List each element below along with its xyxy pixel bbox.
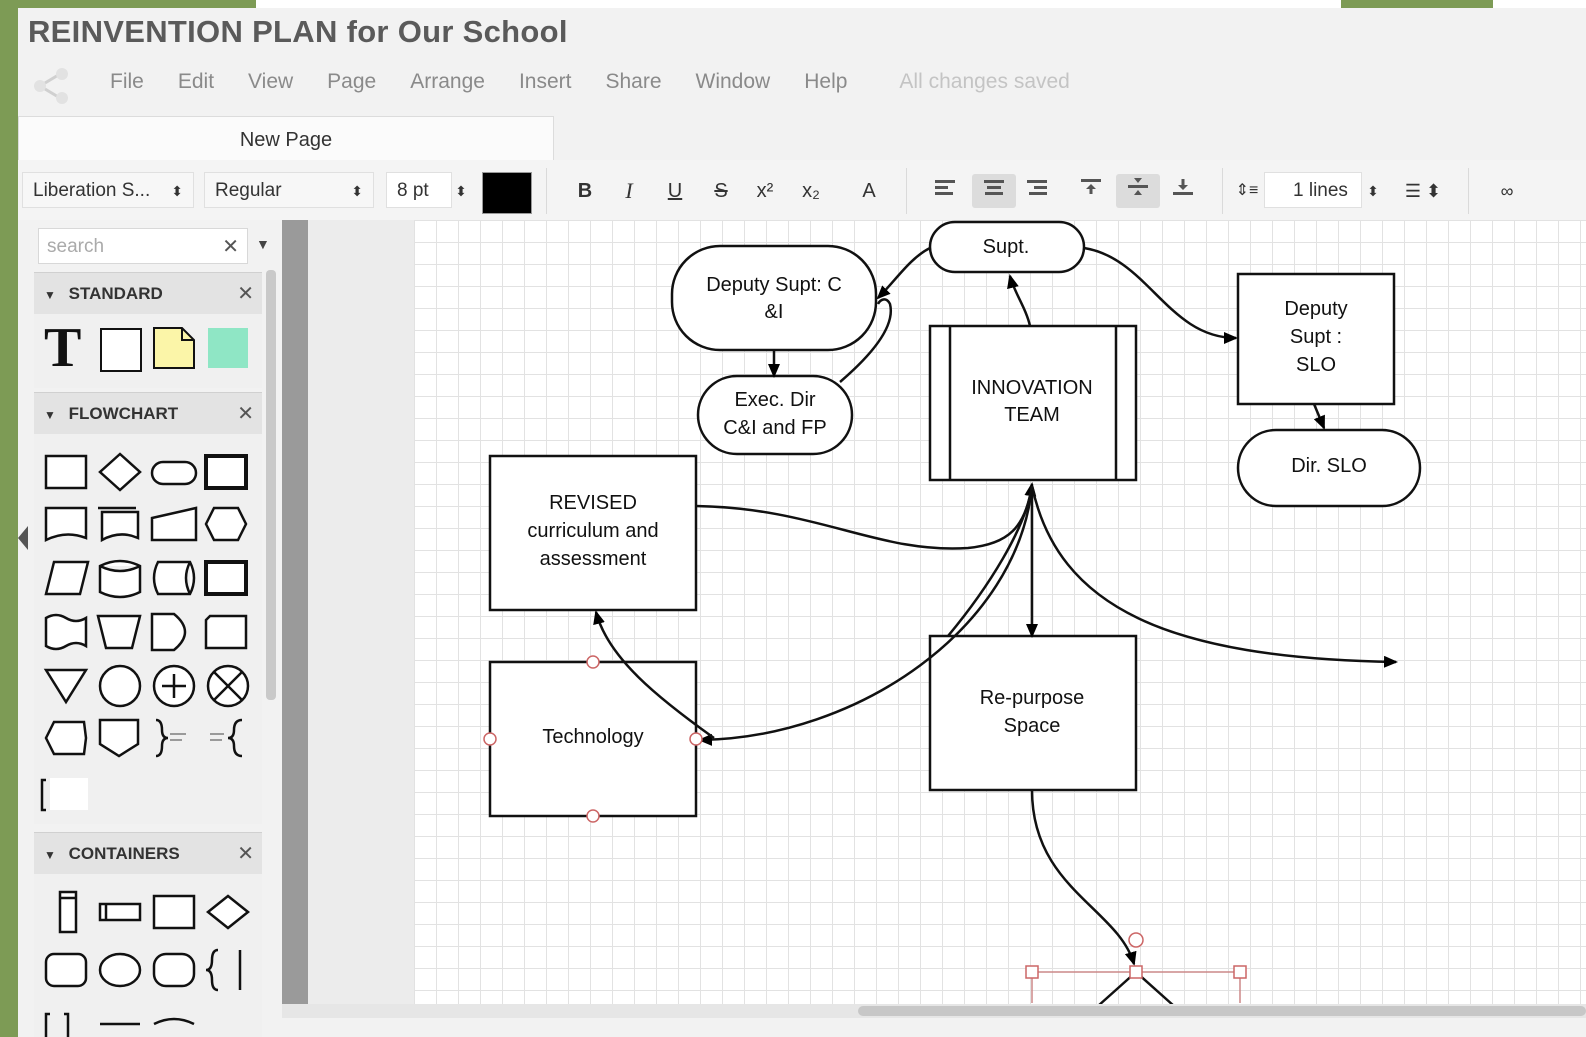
node-label: Exec. Dir bbox=[734, 389, 815, 411]
status-strip bbox=[282, 1018, 1586, 1037]
connector-supt-to-deputy-slo[interactable] bbox=[1083, 246, 1238, 344]
top-strip bbox=[256, 0, 1341, 8]
node-innovation-team[interactable]: INNOVATION TEAM bbox=[928, 324, 1138, 482]
node-supt[interactable]: Supt. bbox=[928, 220, 1086, 274]
connector-revised-to-innovation[interactable] bbox=[695, 482, 1037, 550]
top-strip-right bbox=[1493, 0, 1586, 8]
node-deputy-supt-slo[interactable]: Deputy Supt : SLO bbox=[1236, 272, 1396, 406]
connector-supt-to-deputy-ci[interactable] bbox=[876, 246, 931, 300]
connection-point[interactable] bbox=[586, 655, 600, 669]
connector-repurpose-down[interactable] bbox=[1030, 789, 1137, 966]
horizontal-scrollbar[interactable] bbox=[858, 1006, 1586, 1016]
node-label: C&I and FP bbox=[723, 417, 826, 439]
partial-selected-shape[interactable] bbox=[1025, 932, 1247, 1007]
node-label: Supt : bbox=[1290, 326, 1342, 348]
node-label: Supt. bbox=[983, 236, 1030, 258]
node-exec-dir[interactable]: Exec. Dir C&I and FP bbox=[696, 374, 854, 456]
node-repurpose-space[interactable]: Re-purpose Space bbox=[928, 634, 1138, 792]
node-label: Deputy Supt: C bbox=[706, 274, 842, 296]
node-label: curriculum and bbox=[527, 520, 658, 542]
node-label: TEAM bbox=[1004, 404, 1060, 426]
node-deputy-supt-ci[interactable]: Deputy Supt: C &I bbox=[670, 244, 878, 352]
node-revised-curriculum[interactable]: REVISED curriculum and assessment bbox=[488, 454, 698, 612]
node-label: SLO bbox=[1296, 354, 1336, 376]
connection-point[interactable] bbox=[689, 732, 703, 746]
connection-point[interactable] bbox=[483, 732, 497, 746]
node-label: &I bbox=[765, 301, 784, 323]
rotate-handle[interactable] bbox=[1128, 932, 1144, 948]
node-label: Technology bbox=[542, 726, 643, 748]
app-window: REINVENTION PLAN for Our School File Edi… bbox=[18, 8, 1586, 1037]
resize-handle[interactable] bbox=[1025, 965, 1039, 979]
connector-innovation-to-supt[interactable] bbox=[1007, 274, 1032, 327]
connector-deputy-slo-to-dir[interactable] bbox=[1312, 403, 1326, 430]
node-dir-slo[interactable]: Dir. SLO bbox=[1236, 428, 1422, 508]
node-label: Re-purpose bbox=[980, 687, 1085, 709]
connection-point[interactable] bbox=[586, 809, 600, 823]
diagram-canvas: Supt. Deputy Supt: C &I Exec. Dir C&I an… bbox=[483, 220, 1422, 1007]
node-technology[interactable]: Technology bbox=[488, 660, 698, 818]
node-label: INNOVATION bbox=[971, 377, 1092, 399]
resize-handle[interactable] bbox=[1129, 965, 1143, 979]
node-label: assessment bbox=[540, 548, 647, 570]
node-label: Dir. SLO bbox=[1291, 455, 1367, 477]
node-label: Deputy bbox=[1284, 298, 1347, 320]
node-label: REVISED bbox=[549, 492, 637, 514]
resize-handle[interactable] bbox=[1233, 965, 1247, 979]
connector-repurpose-to-innovation[interactable] bbox=[947, 485, 1034, 637]
node-label: Space bbox=[1004, 715, 1061, 737]
